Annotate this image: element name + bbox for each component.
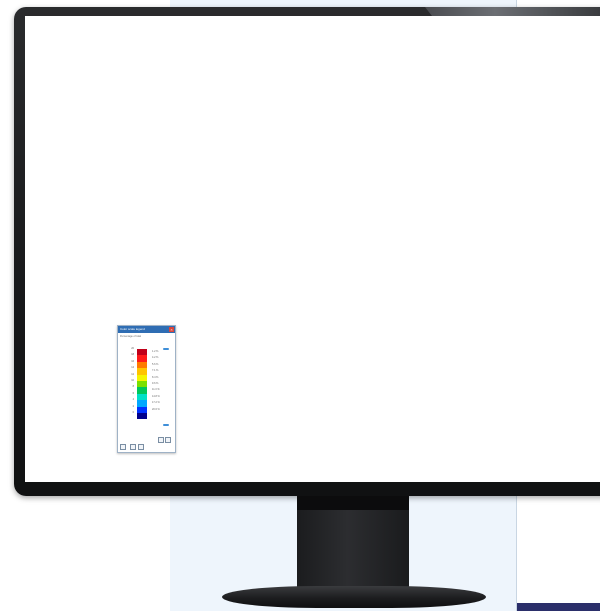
monitor-screen <box>25 16 600 482</box>
scale-percent-label: 17.2 % <box>152 401 160 405</box>
scale-percent-label: 20.6 % <box>152 407 160 411</box>
list-icon[interactable] <box>165 437 171 443</box>
scale-value-label: 0 <box>132 411 134 414</box>
scale-percent-label: 8.4 % <box>152 375 159 379</box>
close-icon[interactable]: × <box>169 327 174 332</box>
legend-dialog[interactable]: Color scale legend × Percentage of total… <box>117 325 176 453</box>
scroll-down-button[interactable] <box>163 424 169 426</box>
scale-percent-label: 7.1 % <box>152 369 159 373</box>
monitor-reflection <box>425 7 600 16</box>
scale-value-label: 14 <box>131 366 134 370</box>
legend-dialog-title: Color scale legend <box>120 327 145 331</box>
scale-percent-label: 4.2 % <box>152 356 159 360</box>
scale-value-label: 16 <box>131 359 134 363</box>
scale-value-label: 8 <box>132 385 134 389</box>
scale-percent-label: 5.6 % <box>152 362 159 366</box>
background-bottom-bar <box>517 603 600 611</box>
save-icon[interactable] <box>130 444 136 450</box>
monitor-stand-neck <box>297 496 409 592</box>
color-swatch <box>137 413 147 420</box>
folder-icon[interactable] <box>120 444 126 450</box>
scale-percent-label: 11.3 % <box>152 388 160 392</box>
scale-value-label: 20 <box>131 347 134 350</box>
scale-value-label: 2 <box>132 404 134 408</box>
monitor-stand-shadow <box>297 496 409 510</box>
scale-value-label: 6 <box>132 391 134 395</box>
grid-icon[interactable] <box>158 437 164 443</box>
scale-value-label: 12 <box>131 372 134 376</box>
monitor-stand-base <box>222 586 486 608</box>
scale-percent-label: 14.8 % <box>152 394 160 398</box>
legend-dialog-titlebar[interactable]: Color scale legend × <box>118 326 175 333</box>
legend-subtitle: Percentage of total <box>120 335 141 338</box>
scroll-up-button[interactable] <box>163 348 169 350</box>
scale-percent-label: 1.2 % <box>152 350 159 353</box>
scale-percent-label: 9.6 % <box>152 382 159 385</box>
scale-value-label: 4 <box>132 398 134 402</box>
scale-value-label: 18 <box>131 353 134 357</box>
scale-value-label: 10 <box>131 379 134 382</box>
print-icon[interactable] <box>138 444 144 450</box>
